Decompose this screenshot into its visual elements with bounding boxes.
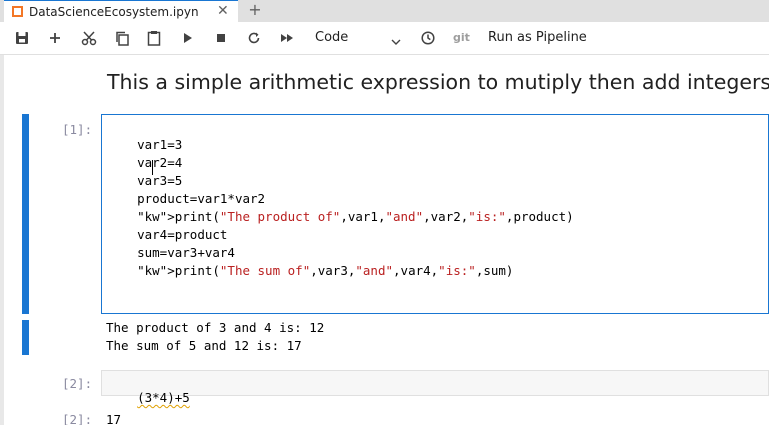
code-line: "kw">print("The sum of",var3,"and",var4,… bbox=[107, 248, 513, 293]
cut-icon bbox=[81, 30, 97, 46]
cell-prompt: [2]: bbox=[62, 376, 93, 391]
output-collapser[interactable] bbox=[22, 320, 29, 355]
add-icon bbox=[48, 31, 62, 45]
clock-icon bbox=[421, 31, 435, 45]
code-text: (3*4)+5 bbox=[137, 390, 190, 405]
restart-kernel-button[interactable] bbox=[246, 29, 262, 47]
restart-run-all-button[interactable] bbox=[279, 29, 295, 47]
left-edge-bar bbox=[0, 55, 4, 425]
chevron-down-icon[interactable] bbox=[391, 31, 401, 50]
code-text: "kw">print("The sum of",var3,"and",var4,… bbox=[137, 263, 514, 278]
paste-button[interactable] bbox=[146, 29, 162, 47]
input-collapser[interactable] bbox=[22, 114, 29, 314]
close-tab-button[interactable]: ✕ bbox=[217, 3, 229, 19]
save-button[interactable] bbox=[14, 29, 30, 47]
tab-bar: DataScienceEcosystem.ipyn ✕ + bbox=[0, 0, 769, 22]
code-editor[interactable]: var1=3 var2=4 var3=5 product=var1*var2 "… bbox=[101, 114, 769, 314]
stop-button[interactable] bbox=[214, 29, 228, 47]
tab-title[interactable]: DataScienceEcosystem.ipyn bbox=[29, 5, 199, 19]
cell-prompt: [1]: bbox=[62, 122, 93, 137]
notebook-tab[interactable]: DataScienceEcosystem.ipyn ✕ bbox=[4, 0, 238, 22]
markdown-heading: This a simple arithmetic expression to m… bbox=[107, 70, 769, 94]
run-pipeline-button[interactable]: Run as Pipeline bbox=[488, 30, 587, 45]
insert-cell-button[interactable] bbox=[47, 29, 63, 47]
copy-button[interactable] bbox=[114, 29, 130, 47]
save-icon bbox=[15, 31, 29, 45]
text-cursor bbox=[152, 160, 153, 175]
output-line: The sum of 5 and 12 is: 17 bbox=[106, 338, 302, 353]
paste-icon bbox=[147, 30, 161, 46]
cell-type-select[interactable]: Code bbox=[315, 30, 348, 45]
cut-button[interactable] bbox=[80, 29, 98, 47]
copy-icon bbox=[115, 31, 129, 46]
fast-forward-icon bbox=[280, 33, 294, 43]
run-button[interactable] bbox=[181, 29, 195, 47]
notebook-icon bbox=[12, 6, 23, 17]
new-tab-button[interactable]: + bbox=[245, 0, 265, 22]
output-prompt: [2]: bbox=[62, 412, 93, 425]
git-label[interactable]: git bbox=[453, 31, 470, 44]
run-icon bbox=[183, 32, 193, 44]
code-editor[interactable]: (3*4)+5 bbox=[101, 370, 769, 405]
stop-icon bbox=[216, 33, 226, 43]
clock-button[interactable] bbox=[420, 29, 436, 47]
output-line: 17 bbox=[106, 412, 122, 425]
output-line: The product of 3 and 4 is: 12 bbox=[106, 320, 325, 335]
restart-icon bbox=[247, 31, 261, 45]
notebook-toolbar: Code git Run as Pipeline bbox=[0, 22, 769, 55]
